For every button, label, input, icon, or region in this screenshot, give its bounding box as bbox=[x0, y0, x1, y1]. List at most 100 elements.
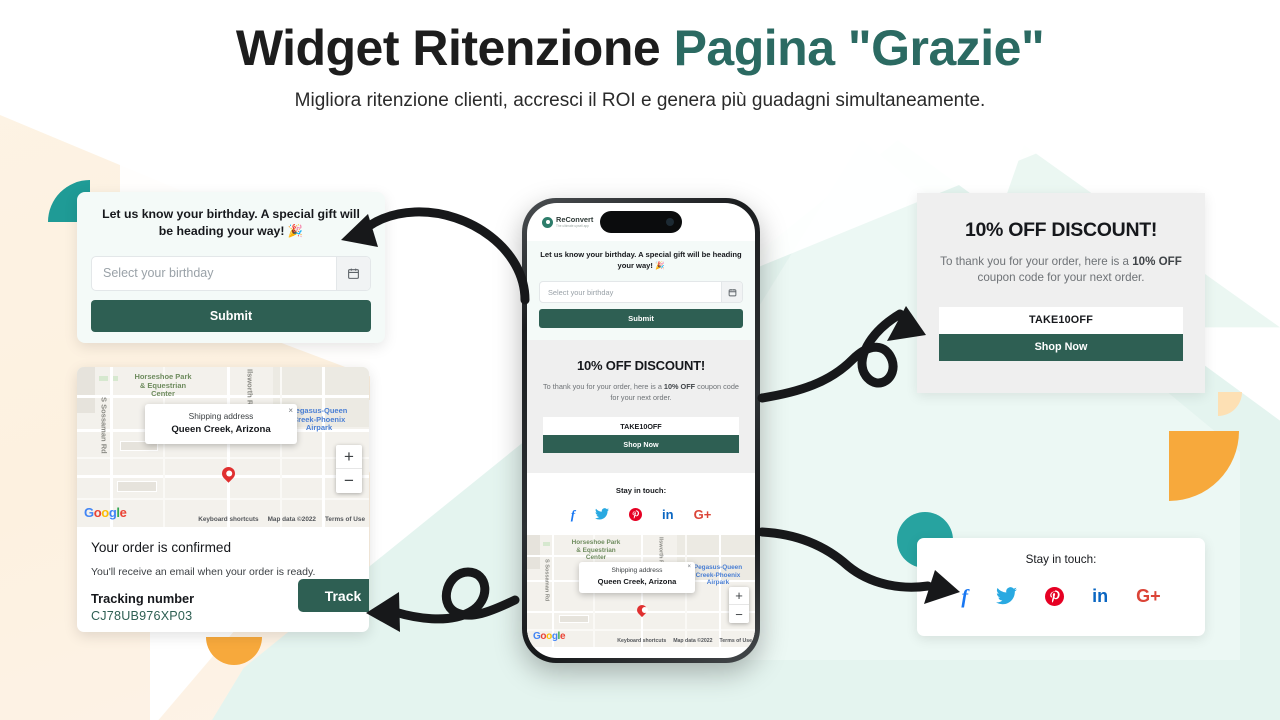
shop-now-button[interactable]: Shop Now bbox=[939, 333, 1183, 361]
discount-subtitle-post: coupon code for your next order. bbox=[977, 271, 1145, 285]
social-icon-row: f in G+ bbox=[917, 587, 1205, 610]
google-logo-letter: G bbox=[84, 505, 94, 520]
birthday-input-row[interactable]: Select your birthday bbox=[91, 255, 371, 291]
google-logo-letter: e bbox=[119, 505, 127, 520]
page-subtitle: Migliora ritenzione clienti, accresci il… bbox=[294, 90, 986, 111]
page-title-accent: Pagina "Grazie" bbox=[673, 20, 1045, 76]
reconvert-logo: ReConvert The ultimate upsell app bbox=[542, 216, 593, 228]
phone-mockup: ReConvert The ultimate upsell app Let us… bbox=[522, 198, 760, 663]
phone-birthday-placeholder[interactable]: Select your birthday bbox=[540, 282, 721, 302]
reconvert-brand-name: ReConvert bbox=[556, 215, 594, 224]
facebook-icon[interactable]: f bbox=[961, 587, 968, 610]
map-road bbox=[77, 457, 369, 459]
map-zoom-controls[interactable]: + − bbox=[336, 445, 362, 493]
map-road bbox=[227, 367, 230, 527]
pinterest-icon[interactable] bbox=[629, 508, 643, 523]
phone-shop-now-button[interactable]: Shop Now bbox=[543, 435, 739, 454]
page-title-plain: Widget Ritenzione bbox=[235, 20, 674, 76]
phone-birthday-section: Let us know your birthday. A special gif… bbox=[527, 241, 755, 340]
twitter-icon[interactable] bbox=[996, 587, 1018, 610]
tooltip-value: Queen Creek, Arizona bbox=[171, 424, 271, 435]
phone-birthday-message: Let us know your birthday. A special gif… bbox=[540, 250, 742, 270]
order-confirmation-card: Horseshoe Park & Equestrian Center Pegas… bbox=[77, 367, 369, 632]
tooltip-title: Shipping address bbox=[188, 411, 254, 421]
map-road bbox=[77, 498, 369, 500]
map-label-road-left: S Sossaman Rd bbox=[543, 559, 550, 602]
map-road bbox=[719, 535, 721, 648]
birthday-widget-card: Let us know your birthday. A special gif… bbox=[77, 192, 385, 343]
map-green-patch bbox=[99, 376, 108, 381]
track-button[interactable]: Track bbox=[298, 579, 369, 612]
phone-screen: ReConvert The ultimate upsell app Let us… bbox=[527, 203, 755, 658]
map-block bbox=[77, 367, 95, 413]
facebook-icon[interactable]: f bbox=[571, 508, 575, 523]
map-zoom-out-button[interactable]: − bbox=[729, 605, 749, 623]
calendar-icon[interactable] bbox=[721, 282, 742, 302]
map-terms-link[interactable]: Terms of Use bbox=[325, 516, 365, 523]
discount-subtitle-bold: 10% OFF bbox=[1132, 255, 1182, 268]
phone-submit-button[interactable]: Submit bbox=[539, 309, 743, 328]
close-icon[interactable]: × bbox=[288, 406, 293, 415]
phone-social-row: f in G+ bbox=[527, 508, 755, 523]
map-label-road-left: S Sossaman Rd bbox=[99, 397, 109, 454]
social-widget-card: Stay in touch: f in G+ bbox=[917, 538, 1205, 636]
phone-discount-sub-pre: To thank you for your order, here is a bbox=[543, 382, 664, 391]
phone-notch bbox=[600, 211, 682, 233]
google-plus-icon[interactable]: G+ bbox=[1136, 587, 1161, 610]
map-view[interactable]: Horseshoe Park & Equestrian Center Pegas… bbox=[77, 367, 369, 527]
birthday-message: Let us know your birthday. A special gif… bbox=[102, 207, 360, 239]
map-label-airpark: Pegasus-Queen Creek-Phoenix Airpark bbox=[693, 564, 743, 586]
map-data-credit: Map data ©2022 bbox=[673, 638, 713, 645]
phone-map-view[interactable]: Horseshoe Park & Equestrian Center Pegas… bbox=[527, 535, 755, 648]
map-road bbox=[280, 367, 282, 527]
map-zoom-in-button[interactable]: + bbox=[729, 587, 749, 606]
phone-discount-subtitle: To thank you for your order, here is a 1… bbox=[543, 382, 739, 403]
map-keyboard-shortcuts[interactable]: Keyboard shortcuts bbox=[198, 516, 258, 523]
google-logo: Google bbox=[84, 505, 127, 520]
google-logo: Google bbox=[533, 631, 566, 643]
order-body: Your order is confirmed You'll receive a… bbox=[77, 527, 369, 632]
map-footer: Keyboard shortcuts Map data ©2022 Terms … bbox=[198, 516, 365, 523]
discount-subtitle: To thank you for your order, here is a 1… bbox=[939, 254, 1183, 287]
linkedin-icon[interactable]: in bbox=[662, 508, 674, 523]
map-road bbox=[77, 395, 369, 398]
map-label-park: Horseshoe Park & Equestrian Center bbox=[571, 539, 621, 561]
map-terms-link[interactable]: Terms of Use bbox=[720, 638, 752, 644]
birthday-input-placeholder[interactable]: Select your birthday bbox=[92, 257, 336, 290]
twitter-icon[interactable] bbox=[595, 508, 610, 523]
headline-block: Widget Ritenzione Pagina "Grazie" Miglio… bbox=[0, 20, 1280, 112]
map-footer: Keyboard shortcuts Map data ©2022 Terms … bbox=[617, 638, 752, 644]
page-title: Widget Ritenzione Pagina "Grazie" bbox=[0, 20, 1280, 76]
phone-discount-section: 10% OFF DISCOUNT! To thank you for your … bbox=[527, 340, 755, 474]
phone-birthday-input[interactable]: Select your birthday bbox=[539, 281, 743, 303]
map-label-park: Horseshoe Park & Equestrian Center bbox=[134, 372, 192, 399]
social-title: Stay in touch: bbox=[1025, 553, 1097, 566]
phone-coupon-code[interactable]: TAKE10OFF bbox=[543, 417, 739, 436]
order-subtitle: You'll receive an email when your order … bbox=[91, 566, 316, 578]
close-icon[interactable]: × bbox=[687, 564, 691, 570]
map-road bbox=[110, 367, 113, 527]
google-logo-letter: o bbox=[101, 505, 109, 520]
google-logo-letter: e bbox=[559, 631, 566, 643]
map-keyboard-shortcuts[interactable]: Keyboard shortcuts bbox=[617, 638, 666, 644]
discount-subtitle-pre: To thank you for your order, here is a bbox=[940, 255, 1133, 268]
hero-banner: Widget Ritenzione Pagina "Grazie" Miglio… bbox=[0, 0, 1280, 720]
google-plus-icon[interactable]: G+ bbox=[694, 508, 712, 523]
map-zoom-controls[interactable]: + − bbox=[729, 587, 749, 624]
discount-title: 10% OFF DISCOUNT! bbox=[964, 219, 1158, 241]
tooltip-title: Shipping address bbox=[611, 567, 663, 575]
map-block bbox=[559, 615, 589, 624]
map-zoom-out-button[interactable]: − bbox=[336, 469, 362, 493]
discount-widget-card: 10% OFF DISCOUNT! To thank you for your … bbox=[917, 193, 1205, 393]
map-tooltip: × Shipping address Queen Creek, Arizona bbox=[145, 404, 297, 444]
phone-discount-sub-bold: 10% OFF bbox=[663, 382, 696, 391]
map-zoom-in-button[interactable]: + bbox=[336, 445, 362, 469]
birthday-submit-button[interactable]: Submit bbox=[91, 299, 371, 332]
map-tooltip: × Shipping address Queen Creek, Arizona bbox=[579, 562, 695, 594]
map-green-patch bbox=[543, 542, 550, 547]
calendar-icon[interactable] bbox=[336, 256, 370, 290]
map-road bbox=[322, 367, 325, 527]
linkedin-icon[interactable]: in bbox=[1092, 587, 1108, 610]
coupon-code[interactable]: TAKE10OFF bbox=[939, 306, 1183, 334]
pinterest-icon[interactable] bbox=[1045, 587, 1065, 610]
